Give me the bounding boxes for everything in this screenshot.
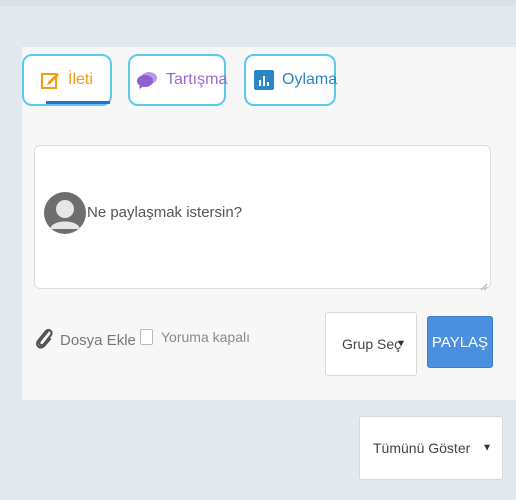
post-textarea[interactable]: Ne paylaşmak istersin?	[34, 145, 491, 291]
show-all-select[interactable]: Tümünü Göster ▼	[359, 416, 503, 480]
show-all-value: Tümünü Göster	[373, 440, 471, 456]
tab-poll-label: Oylama	[282, 71, 338, 88]
attach-file-label: Dosya Ekle	[60, 331, 136, 349]
paperclip-icon	[34, 325, 54, 355]
chat-bubbles-icon	[136, 70, 158, 90]
resize-handle-icon[interactable]	[480, 278, 488, 291]
tab-poll[interactable]: Oylama	[244, 54, 338, 106]
caret-down-icon: ▼	[396, 338, 406, 350]
bar-chart-icon	[254, 70, 274, 90]
user-avatar-icon	[44, 192, 86, 234]
tab-discussion[interactable]: Tartışma	[128, 54, 228, 106]
composer-card: İleti Tartışma Oylama Ne paylaşmak ister…	[22, 47, 516, 400]
group-select[interactable]: Grup Seç ▼	[325, 312, 417, 376]
tab-discussion-label: Tartışma	[166, 71, 228, 88]
checkbox-box[interactable]	[140, 329, 153, 345]
caret-down-icon: ▼	[482, 442, 492, 454]
comments-closed-checkbox[interactable]: Yoruma kapalı	[140, 329, 250, 345]
edit-icon	[40, 70, 60, 90]
comments-closed-label: Yoruma kapalı	[161, 329, 250, 345]
share-button-label: PAYLAŞ	[431, 333, 489, 351]
top-bar	[0, 0, 516, 6]
attach-file-button[interactable]: Dosya Ekle	[34, 325, 136, 355]
active-tab-indicator	[46, 101, 110, 104]
share-button[interactable]: PAYLAŞ	[427, 316, 493, 368]
tab-post-label: İleti	[68, 71, 93, 88]
group-select-value: Grup Seç	[342, 336, 402, 352]
post-placeholder: Ne paylaşmak istersin?	[87, 204, 243, 221]
tab-post[interactable]: İleti	[22, 54, 112, 106]
